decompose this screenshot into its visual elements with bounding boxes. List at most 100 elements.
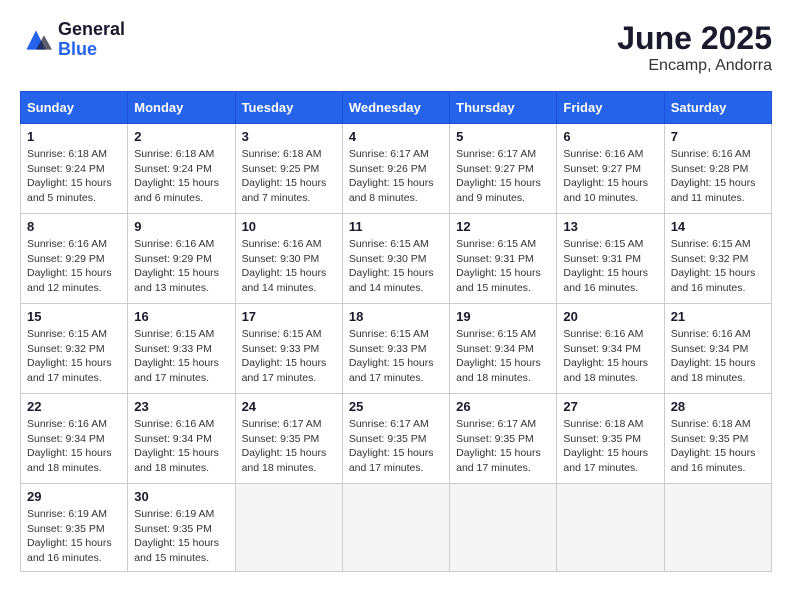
day-number: 1 [27,129,121,144]
table-row: 30 Sunrise: 6:19 AM Sunset: 9:35 PM Dayl… [128,484,235,572]
day-info: Sunrise: 6:16 AM Sunset: 9:34 PM Dayligh… [563,327,657,386]
day-info: Sunrise: 6:15 AM Sunset: 9:31 PM Dayligh… [456,237,550,296]
day-info: Sunrise: 6:18 AM Sunset: 9:35 PM Dayligh… [563,417,657,476]
day-info: Sunrise: 6:18 AM Sunset: 9:24 PM Dayligh… [27,147,121,206]
day-number: 2 [134,129,228,144]
table-row: 5 Sunrise: 6:17 AM Sunset: 9:27 PM Dayli… [450,124,557,214]
weekday-header-row: Sunday Monday Tuesday Wednesday Thursday… [21,92,772,124]
day-info: Sunrise: 6:15 AM Sunset: 9:32 PM Dayligh… [671,237,765,296]
table-row: 3 Sunrise: 6:18 AM Sunset: 9:25 PM Dayli… [235,124,342,214]
day-number: 5 [456,129,550,144]
table-row: 21 Sunrise: 6:16 AM Sunset: 9:34 PM Dayl… [664,304,771,394]
table-row: 6 Sunrise: 6:16 AM Sunset: 9:27 PM Dayli… [557,124,664,214]
day-number: 22 [27,399,121,414]
header-friday: Friday [557,92,664,124]
logo: General Blue [20,20,125,60]
day-number: 26 [456,399,550,414]
day-info: Sunrise: 6:15 AM Sunset: 9:33 PM Dayligh… [349,327,443,386]
day-number: 18 [349,309,443,324]
day-number: 25 [349,399,443,414]
month-title: June 2025 [617,20,772,57]
day-number: 6 [563,129,657,144]
logo-general: General [58,20,125,40]
table-row: 2 Sunrise: 6:18 AM Sunset: 9:24 PM Dayli… [128,124,235,214]
day-number: 20 [563,309,657,324]
table-row: 13 Sunrise: 6:15 AM Sunset: 9:31 PM Dayl… [557,214,664,304]
logo-text: General Blue [58,20,125,60]
day-info: Sunrise: 6:15 AM Sunset: 9:33 PM Dayligh… [134,327,228,386]
day-number: 19 [456,309,550,324]
table-row: 16 Sunrise: 6:15 AM Sunset: 9:33 PM Dayl… [128,304,235,394]
day-info: Sunrise: 6:16 AM Sunset: 9:34 PM Dayligh… [671,327,765,386]
day-info: Sunrise: 6:19 AM Sunset: 9:35 PM Dayligh… [134,507,228,566]
logo-icon [20,24,52,56]
day-number: 8 [27,219,121,234]
table-row: 7 Sunrise: 6:16 AM Sunset: 9:28 PM Dayli… [664,124,771,214]
header-thursday: Thursday [450,92,557,124]
day-info: Sunrise: 6:16 AM Sunset: 9:28 PM Dayligh… [671,147,765,206]
title-block: June 2025 Encamp, Andorra [617,20,772,75]
day-number: 11 [349,219,443,234]
day-number: 30 [134,489,228,504]
day-info: Sunrise: 6:15 AM Sunset: 9:34 PM Dayligh… [456,327,550,386]
day-number: 27 [563,399,657,414]
table-row: 11 Sunrise: 6:15 AM Sunset: 9:30 PM Dayl… [342,214,449,304]
day-info: Sunrise: 6:16 AM Sunset: 9:34 PM Dayligh… [134,417,228,476]
day-number: 12 [456,219,550,234]
table-row: 26 Sunrise: 6:17 AM Sunset: 9:35 PM Dayl… [450,394,557,484]
day-number: 4 [349,129,443,144]
header-sunday: Sunday [21,92,128,124]
day-info: Sunrise: 6:19 AM Sunset: 9:35 PM Dayligh… [27,507,121,566]
day-info: Sunrise: 6:17 AM Sunset: 9:27 PM Dayligh… [456,147,550,206]
table-row: 29 Sunrise: 6:19 AM Sunset: 9:35 PM Dayl… [21,484,128,572]
table-row: 19 Sunrise: 6:15 AM Sunset: 9:34 PM Dayl… [450,304,557,394]
table-row: 8 Sunrise: 6:16 AM Sunset: 9:29 PM Dayli… [21,214,128,304]
table-row: 18 Sunrise: 6:15 AM Sunset: 9:33 PM Dayl… [342,304,449,394]
table-row: 10 Sunrise: 6:16 AM Sunset: 9:30 PM Dayl… [235,214,342,304]
table-row: 15 Sunrise: 6:15 AM Sunset: 9:32 PM Dayl… [21,304,128,394]
table-row: 23 Sunrise: 6:16 AM Sunset: 9:34 PM Dayl… [128,394,235,484]
day-number: 21 [671,309,765,324]
day-info: Sunrise: 6:17 AM Sunset: 9:35 PM Dayligh… [456,417,550,476]
day-number: 10 [242,219,336,234]
day-number: 24 [242,399,336,414]
table-row: 9 Sunrise: 6:16 AM Sunset: 9:29 PM Dayli… [128,214,235,304]
table-row [342,484,449,572]
day-info: Sunrise: 6:17 AM Sunset: 9:26 PM Dayligh… [349,147,443,206]
day-info: Sunrise: 6:16 AM Sunset: 9:30 PM Dayligh… [242,237,336,296]
location: Encamp, Andorra [617,57,772,75]
day-number: 14 [671,219,765,234]
day-info: Sunrise: 6:18 AM Sunset: 9:24 PM Dayligh… [134,147,228,206]
table-row: 28 Sunrise: 6:18 AM Sunset: 9:35 PM Dayl… [664,394,771,484]
day-number: 16 [134,309,228,324]
table-row: 27 Sunrise: 6:18 AM Sunset: 9:35 PM Dayl… [557,394,664,484]
calendar-table: Sunday Monday Tuesday Wednesday Thursday… [20,91,772,572]
day-number: 23 [134,399,228,414]
table-row: 20 Sunrise: 6:16 AM Sunset: 9:34 PM Dayl… [557,304,664,394]
header-wednesday: Wednesday [342,92,449,124]
table-row [664,484,771,572]
day-info: Sunrise: 6:18 AM Sunset: 9:35 PM Dayligh… [671,417,765,476]
table-row: 14 Sunrise: 6:15 AM Sunset: 9:32 PM Dayl… [664,214,771,304]
day-info: Sunrise: 6:16 AM Sunset: 9:29 PM Dayligh… [134,237,228,296]
table-row [450,484,557,572]
table-row: 22 Sunrise: 6:16 AM Sunset: 9:34 PM Dayl… [21,394,128,484]
table-row: 17 Sunrise: 6:15 AM Sunset: 9:33 PM Dayl… [235,304,342,394]
header-monday: Monday [128,92,235,124]
day-number: 28 [671,399,765,414]
day-info: Sunrise: 6:15 AM Sunset: 9:30 PM Dayligh… [349,237,443,296]
day-info: Sunrise: 6:15 AM Sunset: 9:32 PM Dayligh… [27,327,121,386]
day-info: Sunrise: 6:15 AM Sunset: 9:33 PM Dayligh… [242,327,336,386]
day-number: 7 [671,129,765,144]
table-row: 12 Sunrise: 6:15 AM Sunset: 9:31 PM Dayl… [450,214,557,304]
page-header: General Blue June 2025 Encamp, Andorra [20,20,772,75]
table-row: 24 Sunrise: 6:17 AM Sunset: 9:35 PM Dayl… [235,394,342,484]
day-info: Sunrise: 6:16 AM Sunset: 9:29 PM Dayligh… [27,237,121,296]
day-number: 15 [27,309,121,324]
day-number: 13 [563,219,657,234]
logo-blue: Blue [58,40,125,60]
day-number: 9 [134,219,228,234]
table-row [557,484,664,572]
table-row: 1 Sunrise: 6:18 AM Sunset: 9:24 PM Dayli… [21,124,128,214]
table-row: 4 Sunrise: 6:17 AM Sunset: 9:26 PM Dayli… [342,124,449,214]
